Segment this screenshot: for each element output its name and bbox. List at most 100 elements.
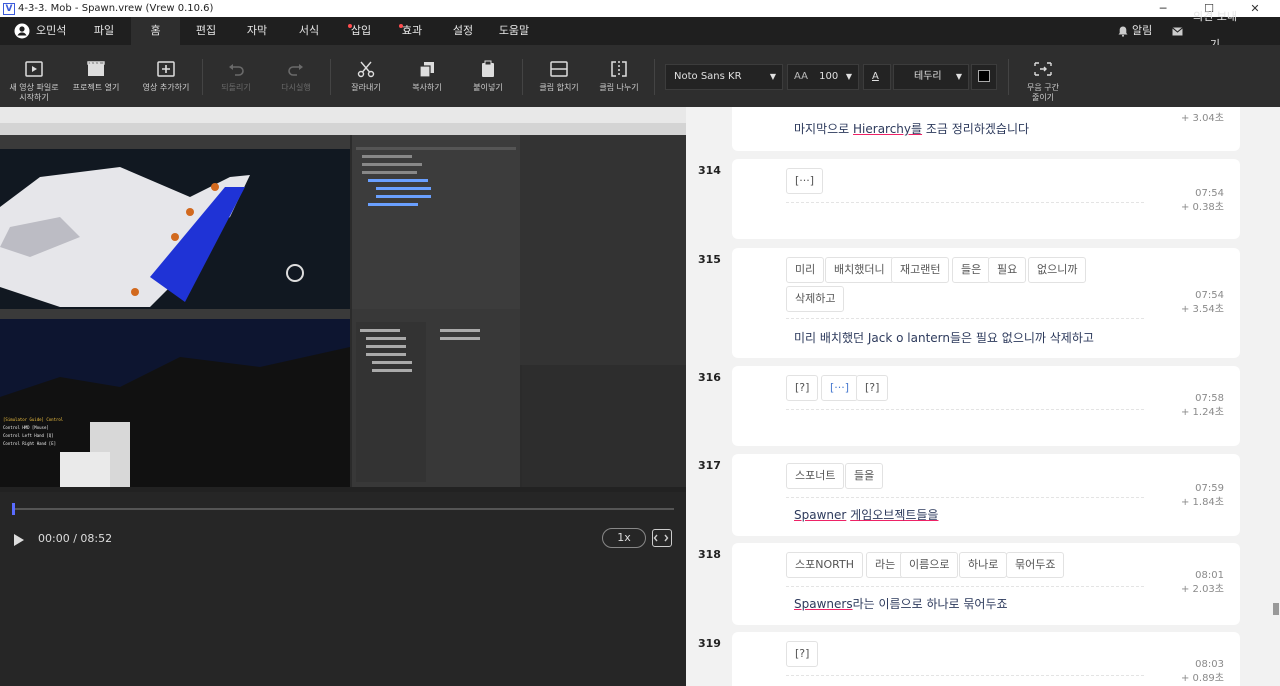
copy-button[interactable]: 복사하기 xyxy=(405,45,449,107)
menu-subtitle[interactable]: 자막 xyxy=(237,17,277,45)
reduce-silence-button[interactable]: 무음 구간 줄이기 xyxy=(1018,45,1068,107)
undo-icon xyxy=(229,64,244,76)
svg-text:[Simulator Guide] Control: [Simulator Guide] Control xyxy=(3,417,64,422)
clip-card[interactable]: [?] [···] [?] 07:58 + 1.24초 xyxy=(732,366,1240,446)
menu-home[interactable]: 홈 xyxy=(131,17,180,45)
clip-caption[interactable]: Spawner 게임오브젝트들을 xyxy=(794,506,938,523)
play-icon xyxy=(14,534,24,546)
clip-number: 316 xyxy=(698,371,721,384)
divider xyxy=(786,318,1144,319)
clip-card[interactable]: [?] 08:03 + 0.89초 xyxy=(732,632,1240,686)
split-clip-button[interactable]: 클립 나누기 xyxy=(596,45,642,107)
scrollbar-thumb[interactable] xyxy=(1273,603,1279,615)
paste-button[interactable]: 붙이넣기 xyxy=(466,45,510,107)
clip-caption[interactable]: Spawners라는 이름으로 하나로 묶어두죠 xyxy=(794,595,1008,612)
word-chip[interactable]: 이름으로 xyxy=(900,552,959,578)
preview-pane: [Simulator Guide] Control Control HMD [M… xyxy=(0,107,686,686)
word-chip[interactable]: [?] xyxy=(786,641,819,667)
clip-caption[interactable]: 마지막으로 Hierarchy를 조금 정리하겠습니다 xyxy=(794,120,1029,137)
cut-button[interactable]: 잘라내기 xyxy=(344,45,388,107)
word-chip[interactable]: 삭제하고 xyxy=(786,286,845,312)
clip-number: 314 xyxy=(698,164,721,177)
word-chip[interactable]: 재고랜턴 xyxy=(891,257,950,283)
word-chip[interactable]: [···] xyxy=(821,375,859,401)
clip-caption[interactable]: 미리 배치했던 Jack o lantern들은 필요 없으니까 삭제하고 xyxy=(794,329,1094,346)
play-button[interactable] xyxy=(12,532,26,546)
minimize-button[interactable]: ─ xyxy=(1140,0,1186,17)
new-indicator xyxy=(399,24,403,28)
clip-timestamp: 07:59 xyxy=(1195,483,1224,494)
clip-number: 317 xyxy=(698,459,721,472)
word-chip[interactable]: [?] xyxy=(856,375,889,401)
clip-card[interactable]: 미리 배치했더니 재고랜턴 들은 필요 없으니까 삭제하고 07:54 + 3.… xyxy=(732,248,1240,358)
color-swatch xyxy=(978,70,990,82)
word-chip[interactable]: 없으니까 xyxy=(1028,257,1087,283)
word-chip[interactable]: 묶어두죠 xyxy=(1006,552,1065,578)
clip-number: 318 xyxy=(698,548,721,561)
word-chip[interactable]: 들을 xyxy=(845,463,884,489)
new-indicator xyxy=(348,24,352,28)
open-project-button[interactable]: 프로젝트 열기 xyxy=(68,45,124,107)
menu-help[interactable]: 도움말 xyxy=(494,17,534,45)
border-select[interactable]: 테두리 ▼ xyxy=(893,64,969,90)
word-chip[interactable]: 하나로 xyxy=(959,552,1008,578)
menu-format[interactable]: 서식 xyxy=(289,17,329,45)
svg-text:Control Left Hand [Q]: Control Left Hand [Q] xyxy=(3,433,54,438)
title-bar: V 4-3-3. Mob - Spawn.vrew (Vrew 0.10.6) … xyxy=(0,0,1280,17)
clip-timestamp: 07:58 xyxy=(1195,393,1224,404)
font-family-select[interactable]: Noto Sans KR ▼ xyxy=(665,64,783,90)
clip-duration: + 1.84초 xyxy=(1180,497,1224,508)
clip-timestamp: 08:03 xyxy=(1195,659,1224,670)
text-color-icon: A xyxy=(872,71,879,82)
svg-text:Control HMD [Mouse]: Control HMD [Mouse] xyxy=(3,425,49,430)
menu-insert[interactable]: 삽입 xyxy=(341,17,381,45)
timeline-playhead[interactable] xyxy=(12,503,15,515)
text-color-button[interactable]: A xyxy=(863,64,891,90)
clip-card[interactable]: + 3.04초 마지막으로 Hierarchy를 조금 정리하겠습니다 xyxy=(732,107,1240,151)
new-video-button[interactable]: 새 영상 파일로 시작하기 xyxy=(8,45,60,107)
speed-button[interactable]: 1x xyxy=(602,528,646,548)
clipboard-icon xyxy=(482,60,494,77)
clip-card[interactable]: [···] 07:54 + 0.38초 xyxy=(732,159,1240,239)
word-chip[interactable]: [?] xyxy=(786,375,819,401)
timeline-track[interactable] xyxy=(12,508,674,510)
clip-timestamp: 07:54 xyxy=(1195,188,1224,199)
toolbar-divider xyxy=(202,59,203,95)
user-menu[interactable]: 오민석 xyxy=(14,17,74,45)
clip-card[interactable]: 스포NORTH 라는 이름으로 하나로 묶어두죠 08:01 + 2.03초 S… xyxy=(732,543,1240,625)
word-chip[interactable]: 배치했더니 xyxy=(825,257,894,283)
menu-effects[interactable]: 효과 xyxy=(392,17,432,45)
merge-clip-button[interactable]: 클립 합치기 xyxy=(536,45,582,107)
border-color-button[interactable] xyxy=(971,64,997,90)
divider xyxy=(786,497,1144,498)
undo-button[interactable]: 되돌리기 xyxy=(214,45,258,107)
word-chip[interactable]: 미리 xyxy=(786,257,825,283)
menu-settings[interactable]: 설정 xyxy=(443,17,483,45)
clip-card[interactable]: 스포너트 들을 07:59 + 1.84초 Spawner 게임오브젝트들을 xyxy=(732,454,1240,536)
divider xyxy=(786,202,1144,203)
word-chip[interactable]: 들은 xyxy=(952,257,991,283)
divider xyxy=(786,675,1144,676)
chevron-down-icon: ▼ xyxy=(845,72,852,81)
fullscreen-button[interactable] xyxy=(652,529,672,547)
video-preview[interactable]: [Simulator Guide] Control Control HMD [M… xyxy=(0,107,686,492)
word-chip[interactable]: 스포NORTH xyxy=(786,552,863,578)
word-chip[interactable]: 라는 xyxy=(866,552,905,578)
clip-duration: + 3.04초 xyxy=(1180,113,1224,124)
alerts-button[interactable]: 알림 xyxy=(1118,17,1158,45)
clip-list-scrollbar[interactable] xyxy=(1272,107,1280,686)
word-chip[interactable]: 스포너트 xyxy=(786,463,845,489)
home-toolbar: 새 영상 파일로 시작하기 프로젝트 열기 영상 추가하기 되돌리기 다시실행 잘… xyxy=(0,45,1280,107)
clip-list: + 3.04초 마지막으로 Hierarchy를 조금 정리하겠습니다 314 … xyxy=(686,107,1280,686)
menu-file[interactable]: 파일 xyxy=(84,17,124,45)
toolbar-divider xyxy=(1008,59,1009,95)
feedback-button[interactable]: 의견 보내기 xyxy=(1172,10,1242,51)
add-video-button[interactable]: 영상 추가하기 xyxy=(138,45,194,107)
word-chip[interactable]: 필요 xyxy=(988,257,1027,283)
video-frame-image: [Simulator Guide] Control Control HMD [M… xyxy=(0,107,686,492)
redo-button[interactable]: 다시실행 xyxy=(274,45,318,107)
mail-icon xyxy=(1172,26,1183,35)
word-chip[interactable]: [···] xyxy=(786,168,824,194)
font-size-select[interactable]: AA 100 ▼ xyxy=(787,64,859,90)
menu-edit[interactable]: 편집 xyxy=(186,17,226,45)
